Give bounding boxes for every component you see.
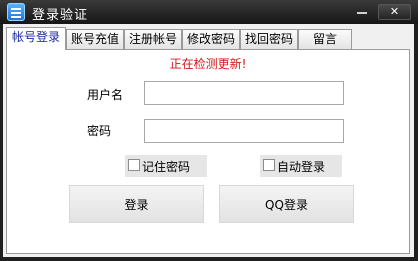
remember-password-checkbox[interactable]: 记住密码 [125, 155, 207, 177]
qq-login-button[interactable]: QQ登录 [219, 185, 354, 223]
login-panel: 正在检测更新! 用户名 密码 记住密码 自动登录 登录 QQ登录 [6, 49, 410, 254]
status-message: 正在检测更新! [169, 57, 247, 71]
password-label: 密码 [87, 124, 112, 138]
app-logo-icon [7, 3, 25, 21]
client-area: 帐号登录 账号充值 注册帐号 修改密码 找回密码 留言 正在检测更新! 用户名 … [3, 24, 414, 257]
tab-register[interactable]: 注册帐号 [124, 29, 182, 49]
login-window: 登录验证 ✕ 帐号登录 账号充值 注册帐号 修改密码 找回密码 留言 正在检测更… [0, 0, 418, 261]
tab-message[interactable]: 留言 [298, 29, 352, 49]
tab-account-login[interactable]: 帐号登录 [6, 27, 66, 50]
minimize-icon[interactable] [356, 7, 368, 15]
auto-login-label: 自动登录 [277, 160, 326, 174]
close-button[interactable]: ✕ [378, 4, 411, 20]
remember-password-box[interactable] [128, 159, 140, 171]
password-input[interactable] [144, 119, 344, 143]
username-label: 用户名 [87, 88, 124, 102]
auto-login-checkbox[interactable]: 自动登录 [260, 155, 342, 177]
username-input[interactable] [144, 81, 344, 105]
tab-recover-password[interactable]: 找回密码 [240, 29, 298, 49]
tab-account-recharge[interactable]: 账号充值 [66, 29, 124, 49]
tab-change-password[interactable]: 修改密码 [182, 29, 240, 49]
login-button[interactable]: 登录 [69, 185, 204, 223]
auto-login-box[interactable] [263, 159, 275, 171]
title-bar[interactable]: 登录验证 ✕ [0, 0, 418, 24]
window-title: 登录验证 [32, 8, 89, 23]
remember-password-label: 记住密码 [142, 160, 191, 174]
